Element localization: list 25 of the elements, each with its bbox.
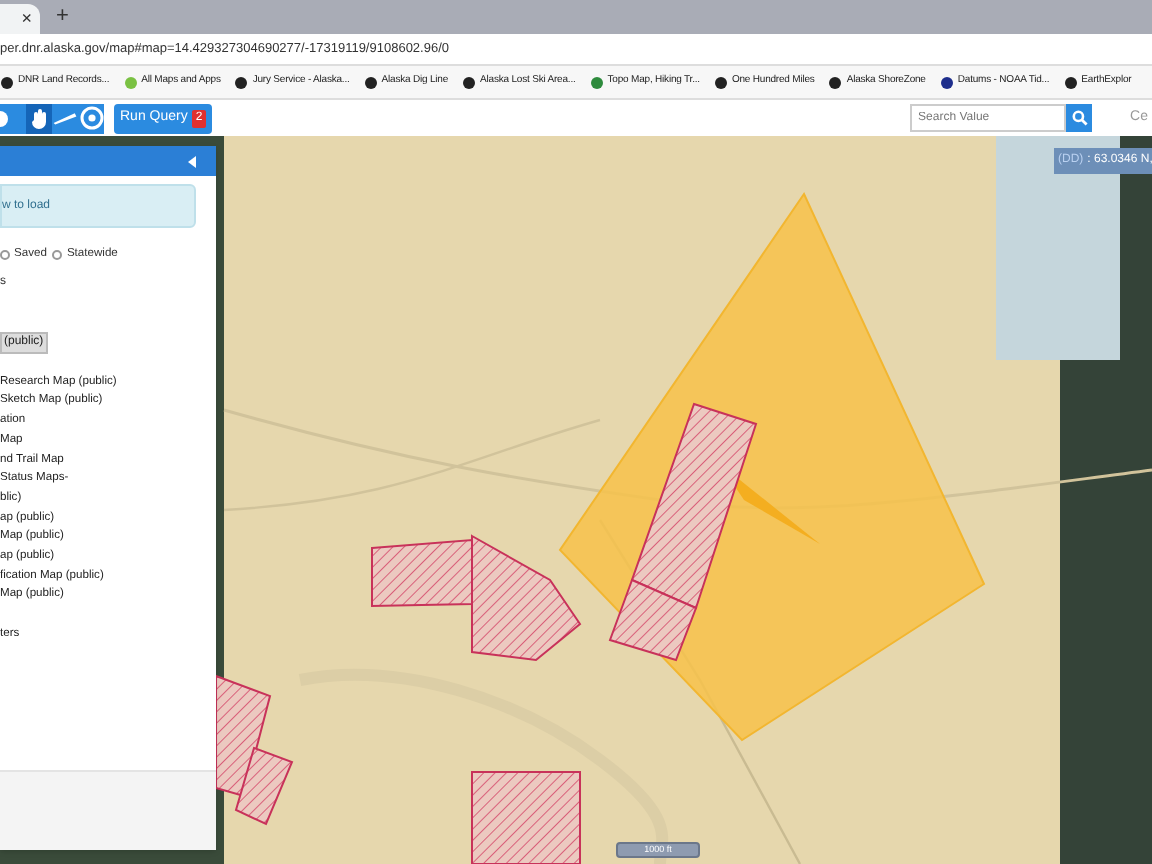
map-tool-button[interactable]	[26, 103, 52, 133]
site-icon	[234, 75, 249, 89]
browser-tab[interactable]: ×	[0, 4, 40, 34]
close-tab-button[interactable]: ×	[21, 10, 32, 28]
site-icon	[363, 75, 378, 89]
map-tool-button[interactable]	[78, 103, 104, 133]
site-icon	[0, 75, 14, 89]
collapse-icon[interactable]	[188, 155, 196, 167]
map-tool-button[interactable]	[0, 103, 26, 133]
search-icon	[1071, 110, 1088, 126]
ruler-icon	[52, 110, 78, 126]
site-icon	[589, 75, 604, 89]
site-icon	[939, 75, 954, 89]
site-icon	[462, 75, 477, 89]
radio-button[interactable]	[0, 249, 10, 260]
site-icon	[828, 75, 843, 89]
site-icon	[123, 75, 138, 89]
hand-icon	[29, 107, 49, 129]
search-button[interactable]	[1066, 104, 1093, 132]
new-tab-button[interactable]: +	[56, 6, 69, 28]
radio-button[interactable]	[52, 249, 63, 260]
site-icon	[1063, 75, 1078, 89]
map-tool-button[interactable]	[52, 103, 78, 133]
target-icon	[79, 106, 103, 130]
site-icon	[713, 75, 728, 89]
